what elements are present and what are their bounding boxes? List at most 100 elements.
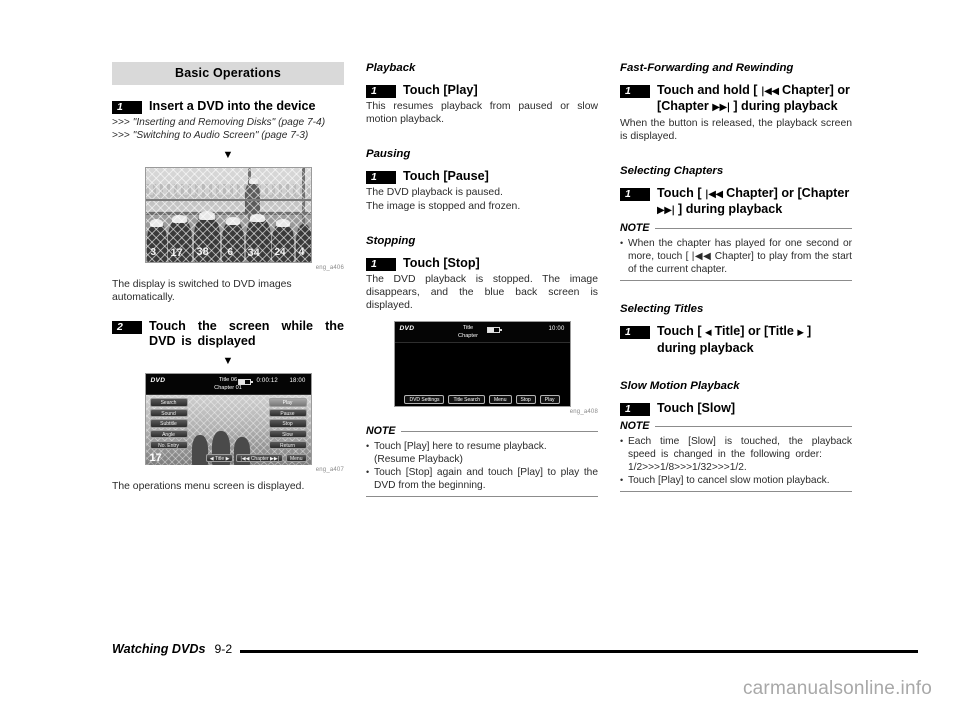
skip-back-icon: |◀◀ bbox=[705, 189, 723, 201]
note-item: Touch [Stop] again and touch [Play] to p… bbox=[366, 466, 598, 492]
dvd-chapter-label: Chapter 01 bbox=[214, 384, 242, 391]
dvd-touchscreen-mockup: DVD Title 06 Chapter 01 0:00:12 18:00 17… bbox=[144, 373, 312, 466]
dvd-button-dvd-settings[interactable]: DVD Settings bbox=[404, 395, 445, 405]
site-watermark: carmanualsonline.info bbox=[742, 678, 932, 699]
note-rule bbox=[655, 425, 852, 427]
note-list: Each time [Slow] is touched, the playbac… bbox=[620, 435, 852, 487]
dvd-button-title-nav[interactable]: ◀ Title ▶ bbox=[205, 453, 234, 463]
battery-icon bbox=[237, 379, 253, 386]
heading-playback: Playback bbox=[366, 62, 416, 74]
note-item-continued: (Resume Playback) bbox=[374, 454, 463, 466]
figure-dvd-operations-menu: DVD Title 06 Chapter 01 0:00:12 18:00 17… bbox=[112, 373, 344, 473]
note-header: NOTE bbox=[366, 425, 598, 437]
dvd-title-chapter: Title Chapter bbox=[458, 325, 478, 340]
dvd-button-subtitle[interactable]: Subtitle bbox=[149, 419, 188, 428]
step-number-badge: 1 bbox=[620, 403, 650, 417]
note-rule bbox=[401, 430, 598, 432]
page-footer: Watching DVDs 9-2 bbox=[112, 642, 918, 656]
note-label: NOTE bbox=[620, 420, 650, 433]
page-columns: Basic Operations 1 Insert a DVD into the… bbox=[112, 62, 854, 498]
reference-arrows: >>> bbox=[112, 117, 130, 128]
dvd-button-play[interactable]: Play bbox=[268, 398, 307, 407]
fast-forward-description: When the button is released, the playbac… bbox=[620, 118, 852, 143]
reference-arrows: >>> bbox=[112, 130, 130, 142]
dvd-button-angle[interactable]: Angle bbox=[149, 429, 188, 439]
step-mid: Title] or [Title bbox=[711, 324, 798, 339]
dvd-bottom-button-row: ◀ Title ▶ |◀◀ Chapter ▶▶| Menu bbox=[150, 453, 307, 463]
note-rule bbox=[655, 227, 852, 229]
left-column: Basic Operations 1 Insert a DVD into the… bbox=[112, 62, 344, 497]
dvd-button-menu[interactable]: Menu bbox=[488, 395, 512, 405]
playback-description: This resumes playback from paused or slo… bbox=[366, 101, 598, 126]
dvd-title-label: Title bbox=[462, 325, 474, 332]
reference-text: "Inserting and Removing Disks" (page 7-4… bbox=[132, 117, 326, 128]
dvd-button-play[interactable]: Play bbox=[539, 395, 560, 405]
footer-rule bbox=[240, 650, 918, 653]
skip-back-icon: |◀◀ bbox=[761, 86, 779, 97]
step-insert-dvd: 1 Insert a DVD into the device bbox=[112, 99, 344, 114]
step-label: Touch the screen while the DVD is displa… bbox=[149, 319, 344, 349]
step-touch-hold-chapter: 1 Touch and hold [ |◀◀ Chapter] or [Chap… bbox=[620, 83, 852, 115]
dvd-logo: DVD bbox=[399, 325, 415, 333]
note-item: When the chapter has played for one seco… bbox=[620, 237, 852, 276]
step-touch-chapter: 1 Touch [ |◀◀ Chapter] or [Chapter ▶▶| ]… bbox=[620, 186, 852, 218]
note-item: Touch [Play] to cancel slow motion playb… bbox=[620, 474, 852, 487]
dvd-button-sound[interactable]: Sound bbox=[149, 408, 188, 418]
dvd-button-title-search[interactable]: Title Search bbox=[448, 395, 485, 405]
battery-icon bbox=[486, 327, 502, 334]
dvd-logo: DVD bbox=[150, 377, 166, 385]
dvd-status-bar: DVD Title Chapter 10:00 bbox=[394, 322, 570, 344]
step-label: Touch [Stop] bbox=[403, 255, 480, 270]
figure-caption: eng_a407 bbox=[315, 467, 344, 474]
dvd-button-chapter-nav[interactable]: |◀◀ Chapter ▶▶| bbox=[236, 453, 283, 463]
skip-forward-icon: ▶▶| bbox=[712, 102, 730, 113]
figure-description: The operations menu screen is displayed. bbox=[112, 481, 305, 493]
manual-page: Basic Operations 1 Insert a DVD into the… bbox=[0, 0, 960, 708]
fence-rail bbox=[145, 198, 311, 201]
dvd-left-button-column: Search Sound Subtitle Angle No. Entry bbox=[149, 398, 188, 449]
cross-reference-1: >>> "Inserting and Removing Disks" (page… bbox=[112, 116, 344, 129]
note-bottom-rule bbox=[366, 496, 598, 498]
note-label: NOTE bbox=[620, 222, 650, 235]
dvd-button-menu[interactable]: Menu bbox=[285, 453, 307, 463]
dvd-button-slow[interactable]: Slow bbox=[268, 429, 307, 439]
step-number-badge: 1 bbox=[366, 171, 396, 185]
step-label: Touch [ ◀ Title] or [Title ▶ ] during pl… bbox=[657, 324, 852, 356]
step-label: Touch and hold [ |◀◀ Chapter] or [Chapte… bbox=[657, 83, 852, 115]
dvd-button-no-entry[interactable]: No. Entry bbox=[149, 440, 188, 449]
dvd-screen-body: 17 Search Sound Subtitle Angle No. Entry… bbox=[145, 395, 311, 466]
dvd-button-return[interactable]: Return bbox=[268, 440, 307, 449]
dvd-clock: 18:00 bbox=[289, 378, 306, 385]
dvd-button-stop[interactable]: Stop bbox=[515, 395, 536, 405]
dvd-stop-toolbar: DVD Settings Title Search Menu Stop Play bbox=[399, 395, 566, 405]
step-number-badge: 2 bbox=[112, 321, 142, 335]
dvd-button-stop[interactable]: Stop bbox=[268, 419, 307, 428]
figure-dvd-playback-photo: 3 17 38 6 34 24 bbox=[112, 166, 344, 271]
note-bottom-rule bbox=[620, 491, 852, 493]
dvd-stop-screen-mockup: DVD Title Chapter 10:00 DVD Settings Tit… bbox=[393, 321, 571, 408]
step-label: Touch [ |◀◀ Chapter] or [Chapter ▶▶| ] d… bbox=[657, 186, 852, 218]
note-header: NOTE bbox=[620, 222, 852, 234]
reference-text: "Switching to Audio Screen" (page 7-3) bbox=[132, 130, 309, 142]
note-item-continued: 1/2>>>1/8>>>1/32>>>1/2. bbox=[628, 462, 747, 474]
note-item: Touch [Play] here to resume playback. bbox=[366, 440, 598, 453]
step-touch-title: 1 Touch [ ◀ Title] or [Title ▶ ] during … bbox=[620, 324, 852, 356]
note-header: NOTE bbox=[620, 420, 852, 432]
figure-dvd-stop-screen: DVD Title Chapter 10:00 DVD Settings Tit… bbox=[366, 321, 598, 415]
cross-reference-2: >>> "Switching to Audio Screen" (page 7-… bbox=[112, 129, 344, 142]
down-arrow-icon: ▼ bbox=[222, 148, 234, 161]
note-item: Each time [Slow] is touched, the playbac… bbox=[620, 435, 852, 461]
dvd-button-search[interactable]: Search bbox=[149, 398, 188, 407]
dvd-button-pause[interactable]: Pause bbox=[268, 408, 307, 418]
skip-forward-icon: ▶▶| bbox=[657, 205, 675, 217]
middle-column: Playback 1 Touch [Play] This resumes pla… bbox=[366, 62, 598, 498]
step-suffix: ] during playback bbox=[674, 202, 783, 217]
step-number-badge: 1 bbox=[366, 257, 396, 271]
step-number-badge: 1 bbox=[620, 85, 650, 98]
step-prefix: Touch and hold [ bbox=[657, 83, 761, 97]
step-label: Touch [Play] bbox=[403, 83, 478, 97]
dvd-chapter-label: Chapter bbox=[458, 332, 478, 339]
dvd-right-button-column: Play Pause Stop Slow Return bbox=[268, 398, 307, 449]
note-list: When the chapter has played for one seco… bbox=[620, 237, 852, 276]
dvd-title-label: Title 06 bbox=[218, 377, 238, 384]
